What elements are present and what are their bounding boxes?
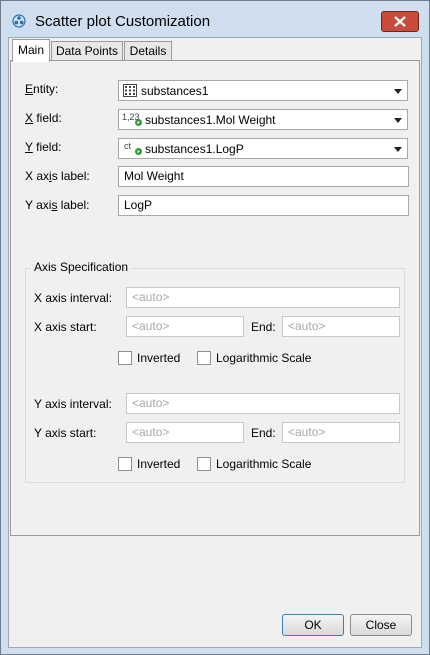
x-axis-label-label: X axis label:: [25, 169, 90, 183]
x-field-label: X field:: [25, 111, 62, 125]
app-icon: [12, 14, 26, 28]
y-field-value: substances1.LogP: [145, 142, 244, 156]
x-field-select[interactable]: 1,23 substances1.Mol Weight: [118, 109, 408, 130]
y-field-label: Y field:: [25, 140, 62, 154]
y-axis-end-label: End:: [251, 426, 276, 440]
y-inverted-label: Inverted: [137, 457, 181, 471]
numeric-field-icon: ct: [124, 141, 132, 151]
x-axis-label-input[interactable]: Mol Weight: [118, 166, 409, 187]
y-axis-start-input[interactable]: <auto>: [126, 422, 244, 443]
x-axis-end-input[interactable]: <auto>: [282, 316, 400, 337]
title-bar[interactable]: Scatter plot Customization: [1, 1, 429, 36]
close-window-button[interactable]: [381, 11, 419, 32]
entity-label: Entity:: [25, 82, 59, 96]
ok-button[interactable]: OK: [282, 614, 344, 636]
window-title: Scatter plot Customization: [35, 13, 211, 30]
y-axis-interval-input[interactable]: <auto>: [126, 393, 400, 414]
x-axis-start-input[interactable]: <auto>: [126, 316, 244, 337]
x-inverted-label: Inverted: [137, 351, 181, 365]
tab-data-points[interactable]: Data Points: [51, 41, 123, 61]
y-inverted-checkbox[interactable]: [118, 457, 132, 471]
tab-main[interactable]: Main: [12, 39, 50, 62]
close-button[interactable]: Close: [350, 614, 412, 636]
chevron-down-icon: [394, 147, 402, 152]
dialog-window: Scatter plot Customization Main Data Poi…: [0, 0, 430, 655]
y-axis-start-label: Y axis start:: [34, 426, 97, 440]
y-axis-end-input[interactable]: <auto>: [282, 422, 400, 443]
chevron-down-icon: [394, 89, 402, 94]
green-play-icon: [135, 148, 142, 155]
x-axis-start-label: X axis start:: [34, 320, 97, 334]
entity-select[interactable]: substances1: [118, 80, 408, 101]
entity-value: substances1: [141, 84, 209, 98]
y-field-select[interactable]: ct substances1.LogP: [118, 138, 408, 159]
y-log-scale-checkbox[interactable]: [197, 457, 211, 471]
close-icon: [394, 16, 406, 27]
y-log-scale-label: Logarithmic Scale: [216, 457, 312, 471]
x-axis-interval-label: X axis interval:: [34, 291, 113, 305]
table-grid-icon: [123, 84, 137, 97]
x-log-scale-label: Logarithmic Scale: [216, 351, 312, 365]
main-tab-panel: Entity: substances1 X field: 1,23 substa…: [10, 60, 420, 536]
green-play-icon: [135, 119, 142, 126]
tab-details[interactable]: Details: [124, 41, 172, 61]
y-axis-label-label: Y axis label:: [25, 198, 90, 212]
x-axis-interval-input[interactable]: <auto>: [126, 287, 400, 308]
y-axis-label-input[interactable]: LogP: [118, 195, 409, 216]
x-field-value: substances1.Mol Weight: [145, 113, 276, 127]
y-axis-interval-label: Y axis interval:: [34, 397, 112, 411]
x-axis-end-label: End:: [251, 320, 276, 334]
chevron-down-icon: [394, 118, 402, 123]
x-inverted-checkbox[interactable]: [118, 351, 132, 365]
x-log-scale-checkbox[interactable]: [197, 351, 211, 365]
axis-specification-title: Axis Specification: [31, 260, 132, 274]
dialog-body: Main Data Points Details Entity: substan…: [8, 37, 422, 648]
